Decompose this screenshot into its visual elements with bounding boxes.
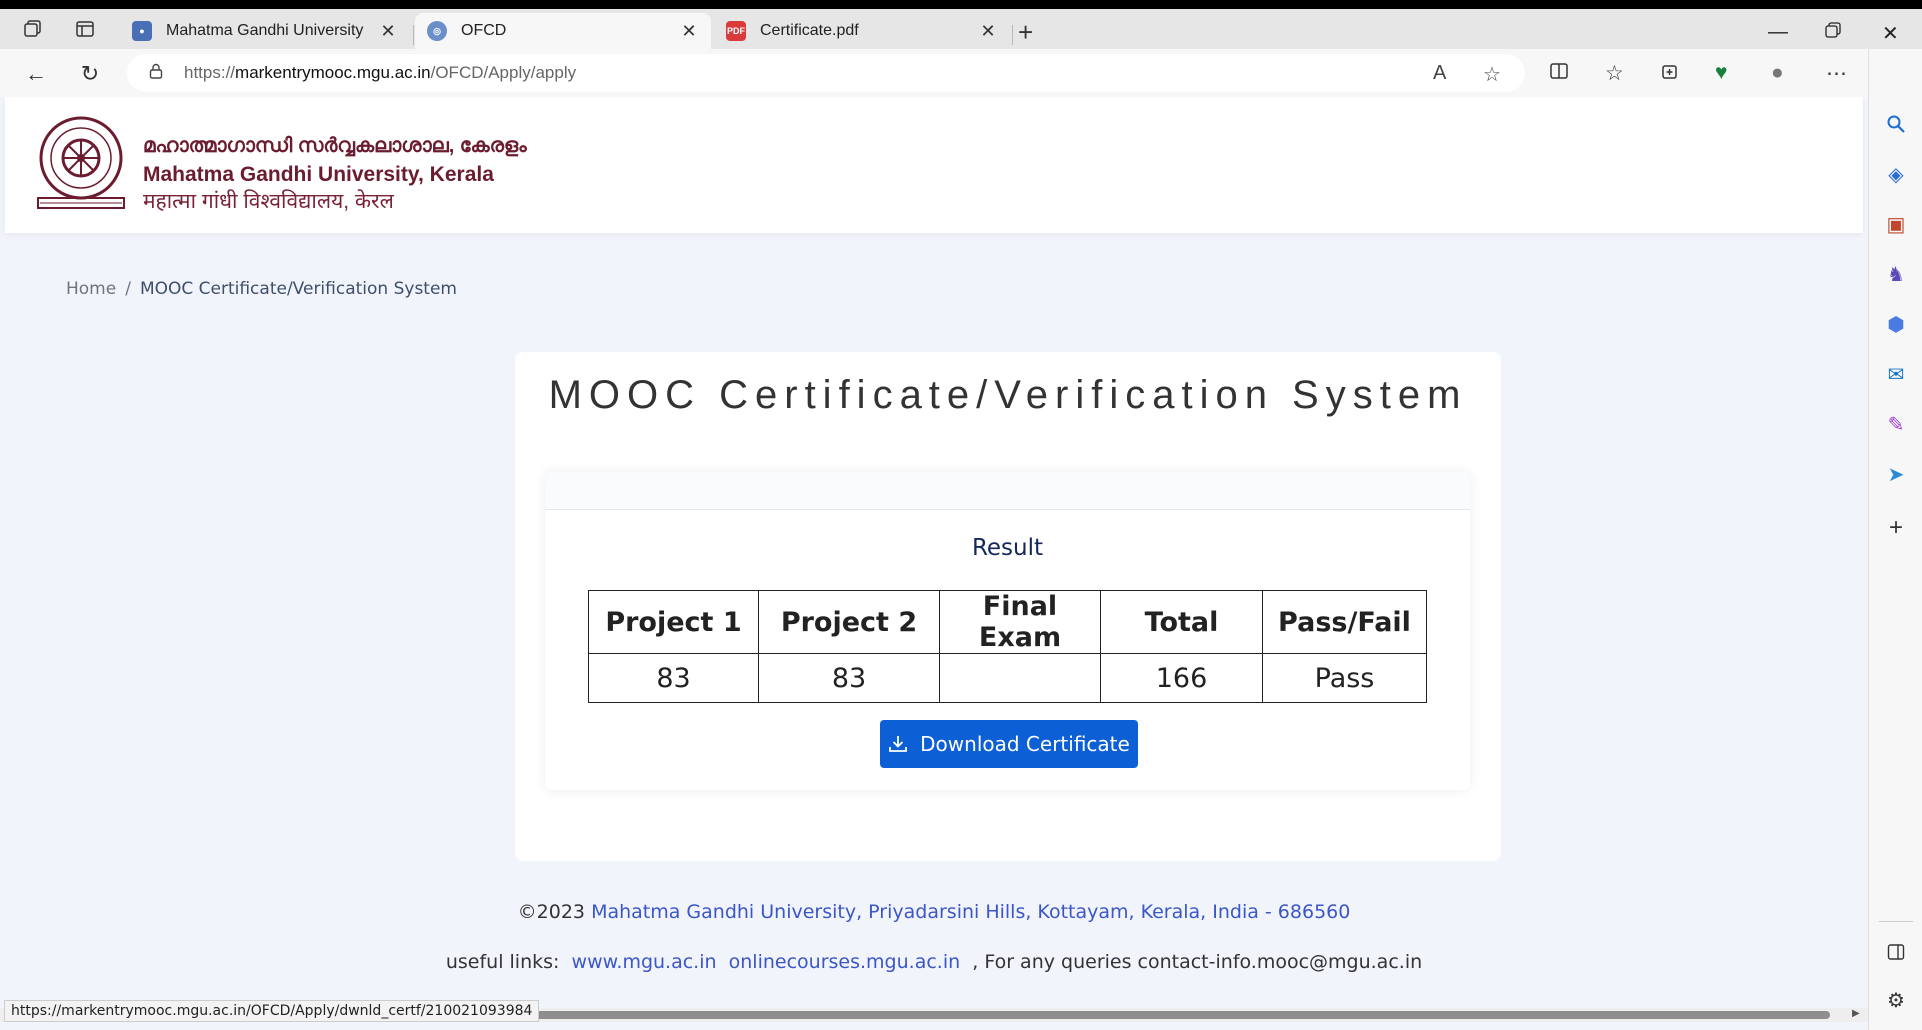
close-window-icon[interactable]: ✕	[1882, 21, 1899, 46]
collections-icon[interactable]	[1660, 61, 1680, 87]
profile-icon[interactable]: ●	[1771, 61, 1784, 85]
column-header: Total	[1100, 590, 1263, 654]
footer-links: useful links: www.mgu.ac.in onlinecourse…	[0, 951, 1868, 973]
column-header: Project 1	[588, 590, 759, 654]
university-address-link[interactable]: Mahatma Gandhi University, Priyadarsini …	[591, 901, 1350, 923]
m365-icon[interactable]: ⬢	[1883, 311, 1909, 337]
tools-icon[interactable]: ▣	[1883, 211, 1909, 237]
result-card: Result Project 1 Project 2 Final Exam To…	[545, 472, 1470, 790]
read-aloud-icon[interactable]: A	[1433, 62, 1446, 85]
total-score-cell: 166	[1100, 653, 1263, 703]
workspaces-icon[interactable]	[14, 10, 52, 48]
window-top-edge	[0, 0, 1922, 9]
outlook-icon[interactable]: ✉	[1883, 361, 1909, 387]
download-icon	[888, 734, 908, 754]
breadcrumb-separator: /	[125, 279, 131, 299]
result-heading: Result	[971, 535, 1044, 561]
project2-score-cell: 83	[758, 653, 940, 703]
minimize-icon[interactable]: —	[1768, 21, 1788, 44]
favorite-star-icon[interactable]: ☆	[1483, 62, 1501, 87]
download-certificate-button[interactable]: Download Certificate	[880, 720, 1138, 768]
breadcrumb: Home / MOOC Certificate/Verification Syste…	[66, 279, 457, 299]
globe-favicon-icon: ◎	[427, 21, 447, 41]
tab-mahatma-gandhi-university[interactable]: ● Mahatma Gandhi University ✕	[120, 13, 410, 49]
tab-divider	[413, 25, 414, 45]
close-tab-icon[interactable]: ✕	[978, 21, 998, 42]
contact-text: , For any queries contact-info.mooc@mgu.…	[972, 951, 1423, 973]
shopping-icon[interactable]: ◈	[1883, 161, 1909, 187]
address-toolbar: ← ↻ https://markentrymooc.mgu.ac.in/OFCD…	[0, 49, 1922, 97]
url-path: /OFCD/Apply/apply	[430, 63, 577, 82]
close-tab-icon[interactable]: ✕	[679, 21, 699, 42]
new-tab-icon[interactable]: +	[1018, 19, 1033, 45]
page-viewport: മഹാത്മാഗാന്ധി സർവ്വകലാശാല, കേരളം Mahatma…	[0, 97, 1868, 1030]
designer-icon[interactable]: ✎	[1883, 411, 1909, 437]
column-header: Project 2	[758, 590, 940, 654]
url-prefix: https://	[184, 63, 236, 82]
url-text: https://markentrymooc.mgu.ac.in/OFCD/App…	[184, 63, 576, 83]
sidebar-divider	[1879, 921, 1913, 922]
tab-title: OFCD	[461, 22, 507, 39]
browser-essentials-icon[interactable]: ♥	[1715, 61, 1727, 85]
university-favicon-icon: ●	[132, 21, 152, 41]
settings-icon[interactable]: ⚙	[1883, 987, 1909, 1013]
pass-fail-cell: Pass	[1262, 653, 1427, 703]
main-card: MOOC Certificate/Verification System Res…	[515, 352, 1501, 861]
split-screen-icon[interactable]	[1549, 61, 1569, 87]
university-logo-text: മഹാത്മാഗാന്ധി സർവ്വകലാശാല, കേരളം Mahatma…	[143, 136, 527, 212]
useful-links-label: useful links:	[445, 951, 560, 973]
copyright-text: ©2023	[517, 901, 592, 923]
tab-divider	[1012, 25, 1013, 45]
tab-ofcd[interactable]: ◎ OFCD ✕	[415, 13, 711, 49]
scrollbar-thumb[interactable]	[508, 1011, 1830, 1019]
column-header: Pass/Fail	[1262, 590, 1427, 654]
scroll-right-icon[interactable]: ▶	[1852, 1008, 1860, 1019]
breadcrumb-current: MOOC Certificate/Verification System	[139, 279, 457, 299]
address-bar[interactable]: https://markentrymooc.mgu.ac.in/OFCD/App…	[127, 54, 1525, 92]
tab-actions-icon[interactable]	[66, 10, 104, 48]
table-header-row: Project 1 Project 2 Final Exam Total Pas…	[588, 590, 1427, 654]
send-icon[interactable]: ➤	[1883, 461, 1909, 487]
tab-title: Certificate.pdf	[760, 22, 859, 39]
sidebar-toggle-icon[interactable]	[1883, 939, 1909, 965]
result-card-header	[545, 472, 1470, 510]
logo-english: Mahatma Gandhi University, Kerala	[143, 163, 494, 186]
search-icon[interactable]	[1883, 111, 1909, 137]
result-table: Project 1 Project 2 Final Exam Total Pas…	[588, 590, 1427, 703]
mgu-website-link[interactable]: www.mgu.ac.in	[572, 951, 717, 973]
footer-copyright: ©2023 Mahatma Gandhi University, Priyada…	[0, 901, 1868, 923]
url-host: markentrymooc.mgu.ac.in	[235, 63, 431, 82]
status-bar-url: https://markentrymooc.mgu.ac.in/OFCD/App…	[4, 1000, 540, 1022]
column-header: Final Exam	[939, 590, 1101, 654]
favorites-icon[interactable]: ☆	[1605, 61, 1624, 86]
site-header: മഹാത്മാഗാന്ധി സർവ്വകലാശാല, കേരളം Mahatma…	[5, 97, 1863, 233]
tab-certificate-pdf[interactable]: PDF Certificate.pdf ✕	[714, 13, 1010, 49]
download-button-label: Download Certificate	[920, 732, 1130, 756]
university-seal-logo	[34, 114, 128, 212]
restore-icon[interactable]	[1825, 21, 1841, 44]
project1-score-cell: 83	[588, 653, 759, 703]
tab-bar: ● Mahatma Gandhi University ✕ ◎ OFCD ✕ P…	[0, 9, 1922, 49]
online-courses-link[interactable]: onlinecourses.mgu.ac.in	[729, 951, 961, 973]
table-row: 83 83 166 Pass	[588, 653, 1427, 703]
tab-title: Mahatma Gandhi University	[166, 22, 364, 39]
more-icon[interactable]: ⋯	[1826, 61, 1847, 86]
logo-hindi: महात्मा गांधी विश्वविद्यालय, केरल	[143, 190, 394, 213]
close-tab-icon[interactable]: ✕	[378, 21, 398, 42]
lock-icon[interactable]	[149, 63, 169, 83]
games-icon[interactable]: ♞	[1883, 261, 1909, 287]
browser-sidebar: ◈ ▣ ♞ ⬢ ✉ ✎ ➤ + ⚙	[1868, 49, 1922, 1030]
pdf-favicon-icon: PDF	[726, 21, 746, 41]
back-icon[interactable]: ←	[20, 58, 52, 90]
refresh-icon[interactable]: ↻	[74, 58, 106, 90]
logo-malayalam: മഹാത്മാഗാന്ധി സർവ്വകലാശാല, കേരളം	[143, 135, 527, 157]
page-title: MOOC Certificate/Verification System	[548, 373, 1468, 417]
final-exam-cell	[939, 653, 1101, 703]
add-icon[interactable]: +	[1883, 514, 1909, 541]
breadcrumb-home-link[interactable]: Home	[66, 279, 116, 299]
